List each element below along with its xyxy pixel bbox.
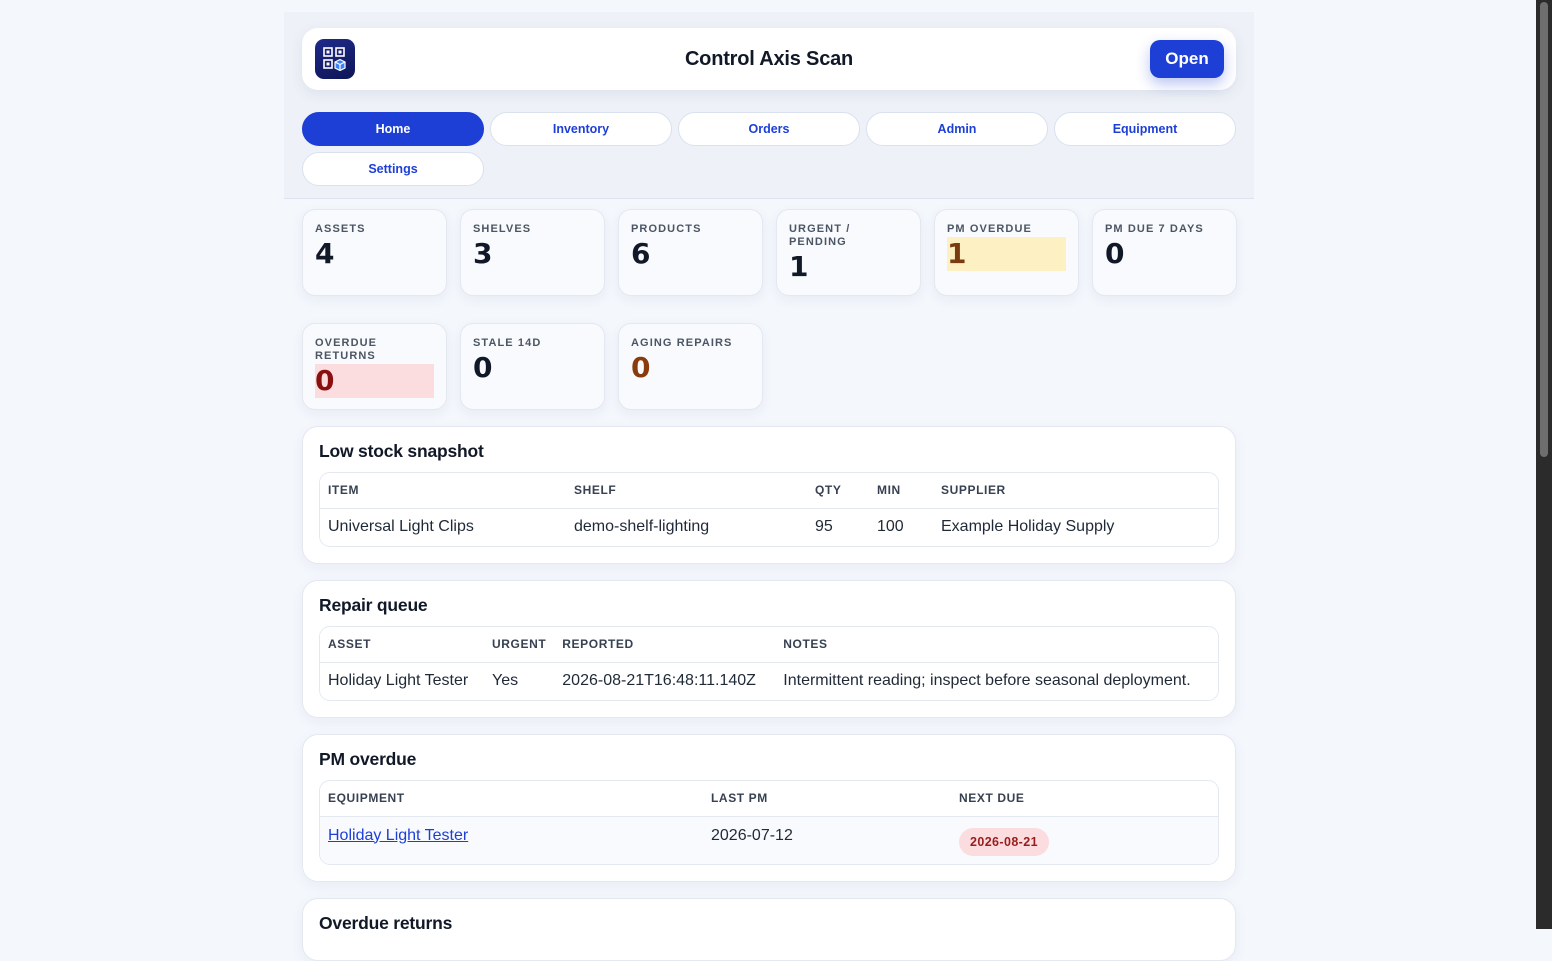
app-header: Control Axis Scan Open	[302, 28, 1236, 90]
stat-card-stale-14d: Stale 14D 0	[460, 323, 605, 410]
table-cell: Example Holiday Supply	[933, 508, 1218, 546]
tab-settings[interactable]: Settings	[302, 152, 484, 186]
stat-label: Assets	[315, 223, 366, 235]
stat-value: 0	[631, 351, 651, 384]
stat-card-products: Products 6	[618, 209, 763, 296]
tab-equipment[interactable]: Equipment	[1054, 112, 1236, 146]
scrollbar-thumb[interactable]	[1540, 2, 1548, 457]
column-header: REPORTED	[554, 627, 776, 663]
stat-value: 1	[947, 237, 1066, 271]
stat-card-pm-due-7-days: PM Due 7 Days 0	[1092, 209, 1237, 296]
stat-value: 6	[631, 237, 651, 270]
overdue-returns-card: Overdue returns	[302, 898, 1236, 961]
tab-home[interactable]: Home	[302, 112, 484, 146]
table-header-row: ITEM SHELF QTY MIN SUPPLIER	[320, 473, 1218, 509]
stat-label: Aging Repairs	[631, 337, 733, 349]
card-title: Repair queue	[319, 595, 428, 615]
table-row: Holiday Light Tester Yes 2026-08-21T16:4…	[320, 662, 1218, 700]
card-title: Overdue returns	[319, 913, 453, 933]
table-cell: Holiday Light Tester	[320, 816, 703, 864]
table-cell: demo-shelf-lighting	[566, 508, 807, 546]
table-cell: Holiday Light Tester	[320, 662, 484, 700]
pm-overdue-card: PM overdue EQUIPMENT LAST PM NEXT DUE Ho…	[302, 734, 1236, 882]
table-cell: Intermittent reading; inspect before sea…	[775, 662, 1218, 700]
column-header: MIN	[869, 473, 933, 509]
column-header: SHELF	[566, 473, 807, 509]
stat-value: 1	[789, 250, 809, 283]
low-stock-table: ITEM SHELF QTY MIN SUPPLIER Universal Li…	[319, 472, 1219, 547]
stat-label: Overdue Returns	[315, 337, 378, 362]
tab-inventory[interactable]: Inventory	[490, 112, 672, 146]
open-button[interactable]: Open	[1150, 40, 1224, 78]
tab-orders[interactable]: Orders	[678, 112, 860, 146]
table-row: Universal Light Clips demo-shelf-lightin…	[320, 508, 1218, 546]
card-title: Low stock snapshot	[319, 441, 484, 461]
column-header: ASSET	[320, 627, 484, 663]
column-header: ITEM	[320, 473, 566, 509]
equipment-link[interactable]: Holiday Light Tester	[328, 827, 468, 844]
table-cell: 2026-08-21	[951, 816, 1218, 864]
repair-queue-card: Repair queue ASSET URGENT REPORTED NOTES…	[302, 580, 1236, 718]
table-cell: Universal Light Clips	[320, 508, 566, 546]
stat-card-urgent-pending: Urgent / Pending 1	[776, 209, 921, 296]
column-header: NOTES	[775, 627, 1218, 663]
table-cell: 2026-08-21T16:48:11.140Z	[554, 662, 776, 700]
column-header: URGENT	[484, 627, 555, 663]
table-cell: 100	[869, 508, 933, 546]
stats-grid: Assets 4 Shelves 3 Products 6 Urgent / P…	[302, 209, 1237, 410]
stat-label: PM Due 7 Days	[1105, 223, 1204, 235]
table-cell: 95	[807, 508, 869, 546]
repair-queue-table: ASSET URGENT REPORTED NOTES Holiday Ligh…	[319, 626, 1219, 701]
stat-label: Urgent / Pending	[789, 223, 851, 248]
stat-value: 0	[1105, 237, 1125, 270]
due-date-badge: 2026-08-21	[959, 827, 1049, 856]
table-header-row: ASSET URGENT REPORTED NOTES	[320, 627, 1218, 663]
stat-label: Products	[631, 223, 702, 235]
pm-overdue-table: EQUIPMENT LAST PM NEXT DUE Holiday Light…	[319, 780, 1219, 865]
stat-label: Stale 14D	[473, 337, 542, 349]
stat-label: Shelves	[473, 223, 532, 235]
column-header: LAST PM	[703, 781, 951, 817]
app-title: Control Axis Scan	[684, 47, 854, 70]
qr-box-icon	[315, 39, 355, 79]
nav-tabs: Home Inventory Orders Admin Equipment Se…	[302, 112, 1236, 186]
stat-card-pm-overdue: PM Overdue 1	[934, 209, 1079, 296]
column-header: NEXT DUE	[951, 781, 1218, 817]
stat-card-shelves: Shelves 3	[460, 209, 605, 296]
table-header-row: EQUIPMENT LAST PM NEXT DUE	[320, 781, 1218, 817]
app-container: Control Axis Scan Open Home Inventory Or…	[284, 12, 1254, 961]
page-scrollbar[interactable]	[1536, 0, 1552, 929]
column-header: QTY	[807, 473, 869, 509]
stat-value: 0	[315, 364, 434, 398]
stat-card-aging-repairs: Aging Repairs 0	[618, 323, 763, 410]
low-stock-card: Low stock snapshot ITEM SHELF QTY MIN SU…	[302, 426, 1236, 564]
column-header: SUPPLIER	[933, 473, 1218, 509]
main-content: Assets 4 Shelves 3 Products 6 Urgent / P…	[284, 199, 1254, 961]
table-cell: Yes	[484, 662, 555, 700]
column-header: EQUIPMENT	[320, 781, 703, 817]
stat-value: 0	[473, 351, 493, 384]
table-cell: 2026-07-12	[703, 816, 951, 864]
top-area: Control Axis Scan Open Home Inventory Or…	[284, 12, 1254, 199]
table-row: Holiday Light Tester 2026-07-12 2026-08-…	[320, 816, 1218, 864]
tab-admin[interactable]: Admin	[866, 112, 1048, 146]
card-title: PM overdue	[319, 749, 417, 769]
stat-card-assets: Assets 4	[302, 209, 447, 296]
stat-label: PM Overdue	[947, 223, 1032, 235]
stat-card-overdue-returns: Overdue Returns 0	[302, 323, 447, 410]
stat-value: 3	[473, 237, 493, 270]
stat-value: 4	[315, 237, 335, 270]
